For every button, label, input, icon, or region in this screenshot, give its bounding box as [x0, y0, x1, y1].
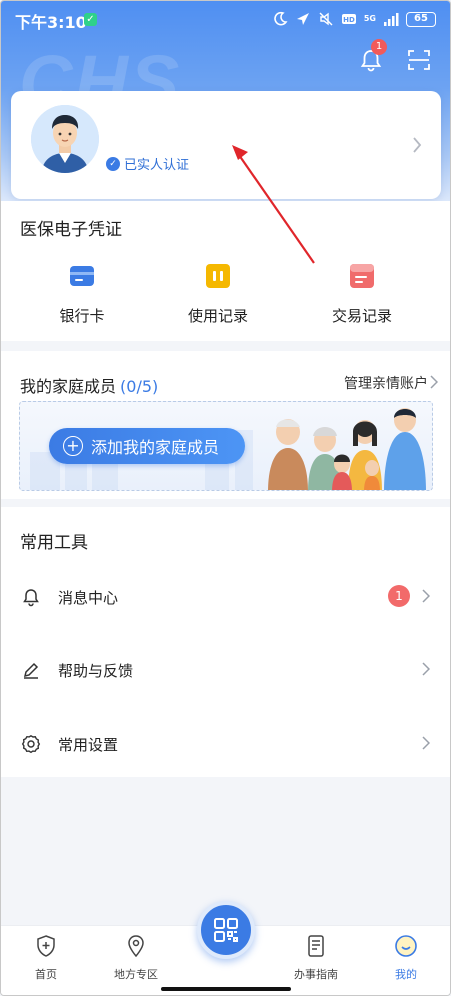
plus-circle-icon: +	[63, 436, 83, 456]
usage-record-icon	[206, 264, 230, 288]
nav-label: 首页	[35, 968, 57, 981]
chevron-right-icon	[422, 736, 430, 750]
profile-card[interactable]: ✓ 已实人认证	[11, 91, 441, 199]
tool-label: 帮助与反馈	[58, 662, 134, 680]
add-family-member-button[interactable]: + 添加我的家庭成员	[49, 428, 245, 464]
bell-icon	[23, 589, 39, 607]
tool-message-center[interactable]: 消息中心 1	[1, 577, 450, 617]
tool-label: 常用设置	[58, 736, 119, 754]
add-family-member-label: 添加我的家庭成员	[91, 438, 220, 457]
family-title: 我的家庭成员 (0/5)	[20, 373, 158, 397]
signal-icon	[384, 13, 399, 26]
nav-home[interactable]: 首页	[11, 934, 81, 982]
location-pin-icon	[128, 935, 144, 958]
tools-title: 常用工具	[20, 533, 88, 553]
verified-check-icon: ✓	[106, 156, 120, 171]
app-frame: CHS 下午3:10 ✓ HD 5G 65 1 ✓ 已实人认证 医保电子凭证 银…	[0, 0, 451, 996]
tool-help-feedback[interactable]: 帮助与反馈	[1, 650, 450, 690]
verified-label: 已实人认证	[124, 158, 190, 173]
tool-common-settings[interactable]: 常用设置	[1, 724, 450, 764]
family-count: (0/5)	[120, 377, 159, 396]
pen-icon	[23, 662, 39, 679]
status-bar: 下午3:10 ✓ HD 5G 65	[1, 7, 450, 35]
center-qr-button[interactable]	[197, 901, 255, 959]
verified-status: ✓ 已实人认证	[106, 154, 189, 173]
transaction-record-icon	[350, 264, 374, 288]
chevron-right-icon	[413, 137, 422, 153]
chevron-right-icon	[422, 589, 430, 603]
nav-service-guide[interactable]: 办事指南	[281, 934, 351, 982]
manage-family-account-link[interactable]: 管理亲情账户	[344, 373, 428, 393]
hd-icon: HD	[341, 14, 356, 24]
shield-plus-icon	[37, 935, 55, 957]
nav-label: 地方专区	[114, 968, 158, 981]
tool-label: 消息中心	[58, 589, 119, 607]
voucher-title: 医保电子凭证	[20, 220, 122, 240]
notification-badge: 1	[371, 39, 387, 55]
status-time: 下午3:10	[15, 13, 87, 32]
voucher-usage-record[interactable]: 使用记录	[168, 263, 268, 326]
status-icons: HD 5G 65	[272, 11, 436, 27]
status-check-icon: ✓	[84, 13, 97, 26]
nav-mine[interactable]: 我的	[371, 934, 441, 982]
message-count-badge: 1	[388, 585, 410, 607]
home-indicator[interactable]	[161, 987, 291, 991]
chevron-right-icon	[422, 662, 430, 676]
nav-local-zone[interactable]: 地方专区	[101, 934, 171, 982]
moon-icon	[274, 11, 288, 26]
profile-face-icon	[395, 935, 417, 957]
svg-text:HD: HD	[343, 16, 355, 24]
chevron-right-icon	[430, 375, 438, 389]
scan-icon[interactable]	[406, 47, 432, 73]
qr-code-icon	[214, 918, 238, 942]
voucher-bank-card[interactable]: 银行卡	[32, 263, 132, 326]
voucher-label: 银行卡	[59, 307, 105, 325]
voucher-label: 使用记录	[187, 307, 248, 325]
battery-indicator: 65	[406, 11, 436, 27]
mute-icon	[319, 12, 333, 26]
avatar	[31, 105, 99, 173]
settings-icon	[21, 734, 41, 754]
voucher-transaction-record[interactable]: 交易记录	[312, 263, 412, 326]
document-icon	[308, 935, 324, 957]
nav-label: 办事指南	[294, 968, 338, 981]
network-type: 5G	[363, 14, 376, 23]
bank-card-icon	[70, 266, 94, 286]
nav-label: 我的	[395, 968, 417, 981]
voucher-label: 交易记录	[331, 307, 392, 325]
location-arrow-icon	[296, 13, 309, 25]
family-title-text: 我的家庭成员	[20, 377, 117, 396]
user-avatar-icon	[31, 105, 99, 173]
